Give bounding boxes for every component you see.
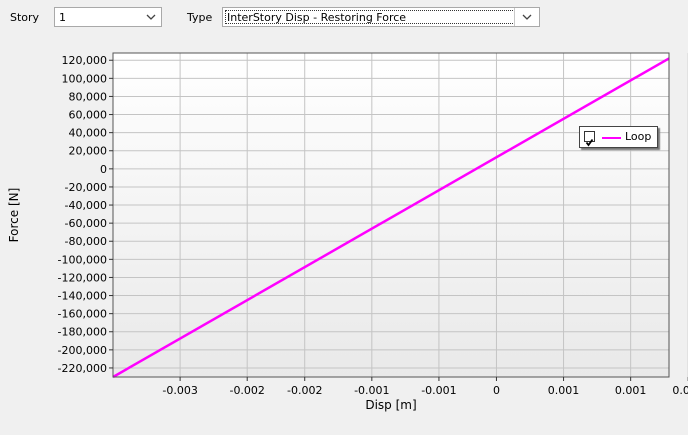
type-select[interactable]: InterStory Disp - Restoring Force: [222, 7, 540, 27]
y-tick-label: -160,000: [58, 308, 107, 321]
story-select[interactable]: 1: [54, 7, 162, 27]
y-tick-label: 60,000: [69, 109, 108, 122]
y-tick-label: -140,000: [58, 290, 107, 303]
story-label: Story: [10, 11, 40, 24]
y-tick-label: -20,000: [65, 181, 107, 194]
x-tick-label: 0.001: [548, 384, 580, 397]
x-axis-label: Disp [m]: [365, 398, 416, 412]
x-tick-label: 0.001: [615, 384, 647, 397]
y-tick-label: -200,000: [58, 344, 107, 357]
y-tick-label: 20,000: [69, 145, 108, 158]
story-select-value: 1: [59, 11, 66, 24]
x-tick-label: -0.003: [162, 384, 197, 397]
toolbar: Story 1 Type InterStory Disp - Restoring…: [0, 0, 688, 34]
legend-checkbox[interactable]: [584, 131, 595, 147]
y-tick-label: -120,000: [58, 271, 107, 284]
y-tick-label: -40,000: [65, 199, 107, 212]
y-tick-label: 120,000: [62, 54, 108, 67]
y-tick-label: -100,000: [58, 253, 107, 266]
x-tick-label: -0.001: [421, 384, 456, 397]
y-axis-label: Force [N]: [7, 188, 21, 243]
type-label: Type: [187, 11, 213, 24]
x-tick-label: 0.002: [672, 384, 688, 397]
y-tick-label: -80,000: [65, 235, 107, 248]
legend-swatch: [602, 137, 621, 139]
y-tick-label: -220,000: [58, 362, 107, 375]
legend-label: Loop: [625, 130, 652, 143]
chart-window: Story 1 Type InterStory Disp - Restoring…: [0, 0, 688, 435]
y-tick-label: 100,000: [62, 72, 108, 85]
y-tick-label: 40,000: [69, 127, 108, 140]
y-tick-label: 80,000: [69, 90, 108, 103]
x-tick-label: -0.002: [287, 384, 322, 397]
type-select-value: InterStory Disp - Restoring Force: [227, 11, 407, 24]
x-tick-label: 0: [493, 384, 500, 397]
chevron-down-icon[interactable]: [141, 8, 161, 26]
chart-svg: -220,000 -200,000 -180,000 -160,000 -140,000…: [7, 52, 688, 412]
legend: Loop: [579, 126, 658, 148]
y-tick-label: -180,000: [58, 326, 107, 339]
y-tick-label: 0: [100, 163, 107, 176]
x-tick-label: -0.001: [354, 384, 389, 397]
checkmark-icon: [585, 138, 594, 147]
chevron-down-icon[interactable]: [514, 8, 539, 26]
x-tick-label: -0.002: [229, 384, 264, 397]
chart-area: -220,000 -200,000 -180,000 -160,000 -140,000…: [0, 34, 688, 435]
y-tick-label: -60,000: [65, 217, 107, 230]
